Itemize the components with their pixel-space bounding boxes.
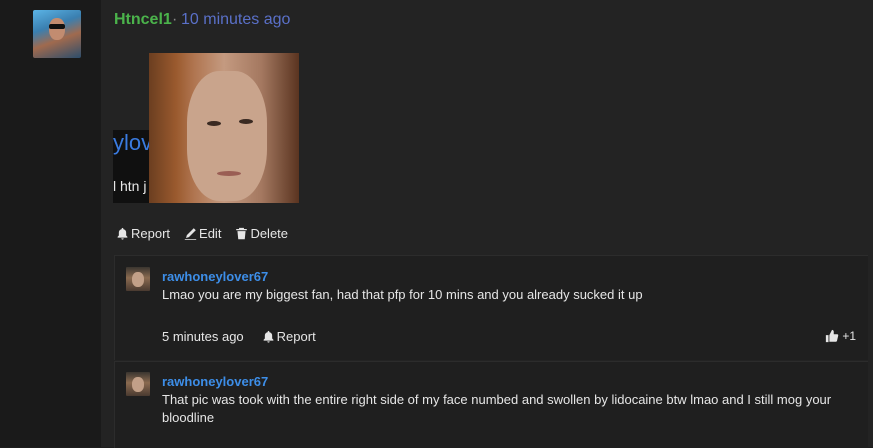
reply-author-username[interactable]: rawhoneylover67 — [162, 269, 268, 284]
reply-report-label: Report — [276, 329, 316, 344]
reply-comment: rawhoneylover67 That pic was took with t… — [114, 361, 868, 448]
pencil-icon — [184, 228, 197, 240]
report-button[interactable]: Report — [116, 226, 170, 241]
delete-label: Delete — [250, 226, 289, 241]
reply-text: Lmao you are my biggest fan, had that pf… — [162, 287, 643, 302]
embedded-text-bottom: l htn j — [113, 178, 147, 194]
report-label: Report — [131, 226, 171, 241]
reply-author-avatar[interactable] — [126, 267, 150, 291]
post-actions: Report Edit Delete — [116, 226, 288, 241]
reply-text: That pic was took with the entire right … — [162, 392, 832, 425]
reply-author-username[interactable]: rawhoneylover67 — [162, 374, 268, 389]
thumbs-up-icon — [826, 329, 839, 343]
reply-meta: 5 minutes ago Report — [162, 329, 316, 344]
bell-icon — [263, 330, 274, 343]
edit-button[interactable]: Edit — [184, 226, 221, 241]
trash-icon — [236, 227, 248, 240]
post-author-username[interactable]: Htncel1 — [114, 11, 172, 29]
left-gutter — [0, 0, 101, 447]
reply-author-avatar[interactable] — [126, 372, 150, 396]
bell-icon — [117, 227, 128, 240]
like-button[interactable]: +1 — [825, 329, 856, 343]
delete-button[interactable]: Delete — [235, 226, 288, 241]
edit-label: Edit — [199, 226, 222, 241]
meta-separator: · — [172, 11, 178, 28]
embedded-text-top: ylov — [113, 130, 153, 155]
like-count: +1 — [842, 329, 856, 343]
post-author-avatar[interactable] — [33, 10, 81, 58]
reply-comment: rawhoneylover67 Lmao you are my biggest … — [114, 255, 868, 360]
embedded-screenshot: ylov l htn j — [113, 130, 153, 203]
embedded-photo[interactable] — [149, 53, 299, 203]
reply-timestamp[interactable]: 5 minutes ago — [162, 329, 244, 344]
post-timestamp[interactable]: 10 minutes ago — [181, 11, 290, 29]
reply-report-button[interactable]: Report — [262, 329, 316, 344]
